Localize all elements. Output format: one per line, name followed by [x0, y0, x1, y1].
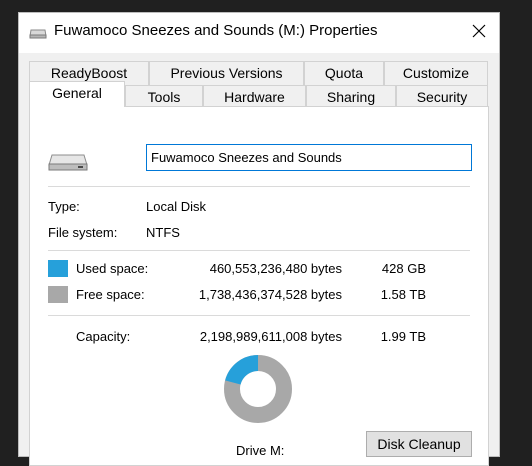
tab-general[interactable]: General — [29, 81, 125, 107]
type-value: Local Disk — [146, 199, 206, 214]
used-space-arc — [225, 355, 259, 385]
free-space-label: Free space: — [76, 287, 145, 302]
separator — [48, 315, 470, 316]
capacity-label: Capacity: — [76, 329, 131, 344]
separator — [48, 250, 470, 251]
used-space-label: Used space: — [76, 261, 149, 276]
disk-cleanup-button[interactable]: Disk Cleanup — [366, 431, 472, 457]
close-icon — [472, 24, 486, 38]
separator — [48, 186, 470, 187]
window-title: Fuwamoco Sneezes and Sounds (M:) Propert… — [54, 22, 378, 39]
free-space-bytes: 1,738,436,374,528 bytes — [198, 287, 342, 302]
drive-large-icon — [48, 154, 88, 171]
filesystem-value: NTFS — [146, 225, 180, 240]
type-label: Type: — [48, 199, 80, 214]
free-space-swatch — [48, 286, 68, 303]
used-space-size: 428 GB — [381, 261, 426, 276]
general-panel: Fuwamoco Sneezes and Sounds Type: Local … — [29, 106, 489, 466]
usage-donut-chart — [224, 355, 292, 423]
title-bar: Fuwamoco Sneezes and Sounds (M:) Propert… — [19, 13, 499, 53]
used-space-bytes: 460,553,236,480 bytes — [209, 261, 342, 276]
free-space-size: 1.58 TB — [380, 287, 426, 302]
tab-quota[interactable]: Quota — [304, 61, 384, 85]
used-space-swatch — [48, 260, 68, 277]
close-button[interactable] — [459, 13, 499, 49]
filesystem-label: File system: — [48, 225, 118, 240]
capacity-bytes: 2,198,989,611,008 bytes — [199, 329, 342, 344]
drive-icon — [29, 29, 47, 39]
properties-window: Fuwamoco Sneezes and Sounds (M:) Propert… — [18, 12, 500, 466]
drive-label: Drive M: — [236, 443, 285, 458]
tab-previous-versions[interactable]: Previous Versions — [149, 61, 304, 85]
capacity-size: 1.99 TB — [380, 329, 426, 344]
drive-name-field[interactable]: Fuwamoco Sneezes and Sounds — [146, 144, 472, 171]
tab-customize[interactable]: Customize — [384, 61, 488, 85]
